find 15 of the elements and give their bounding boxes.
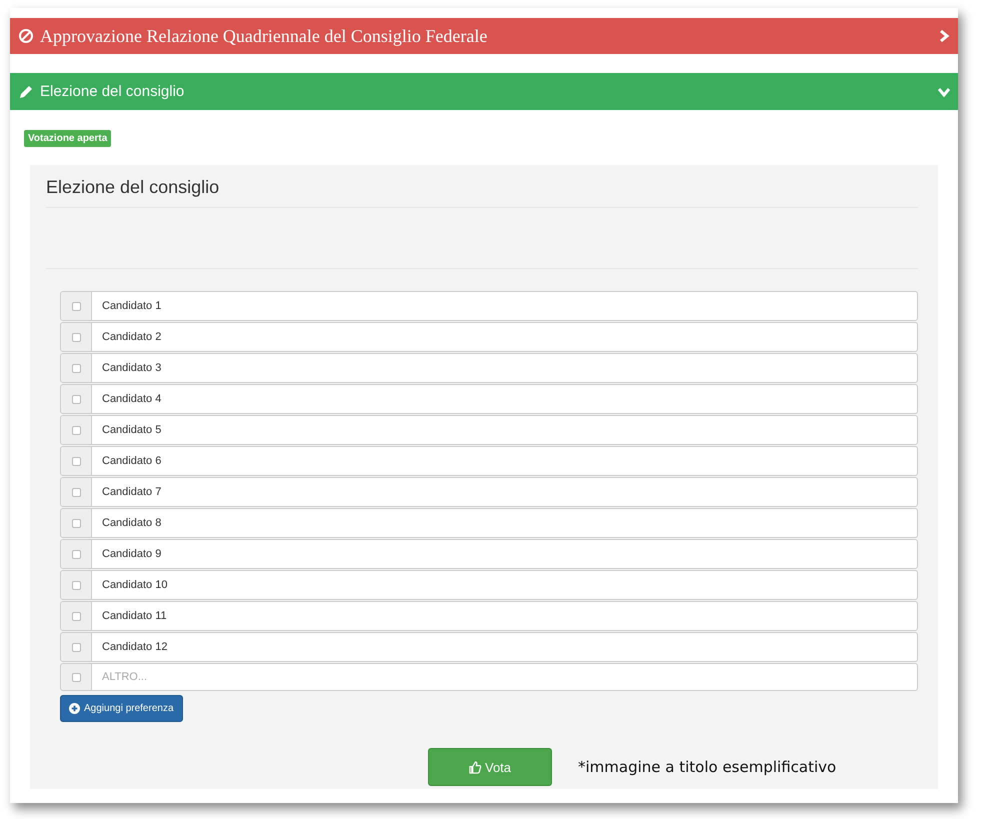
thumbs-up-icon <box>468 760 482 774</box>
plus-circle-icon <box>69 703 80 714</box>
checkbox[interactable] <box>72 672 80 682</box>
chevron-down-icon <box>938 86 950 98</box>
status-badge: Votazione aperta <box>24 130 112 147</box>
section-title: Elezione del consiglio <box>40 83 186 100</box>
add-preference-button[interactable]: Aggiungi preferenza <box>60 695 183 722</box>
section-title: Approvazione Relazione Quadriennale del Consiglio Federale <box>40 26 488 46</box>
panel-title: Elezione del consiglio <box>46 177 220 199</box>
pencil-icon <box>18 84 34 100</box>
chevron-right-icon <box>938 30 950 42</box>
section-header[interactable]: Approvazione Relazione Quadriennale del Consiglio Federale <box>10 18 958 54</box>
other-input-field[interactable]: ALTRO... <box>92 663 918 691</box>
note-text: *immagine a titolo esemplificativo <box>578 758 836 776</box>
ban-icon <box>18 28 34 44</box>
